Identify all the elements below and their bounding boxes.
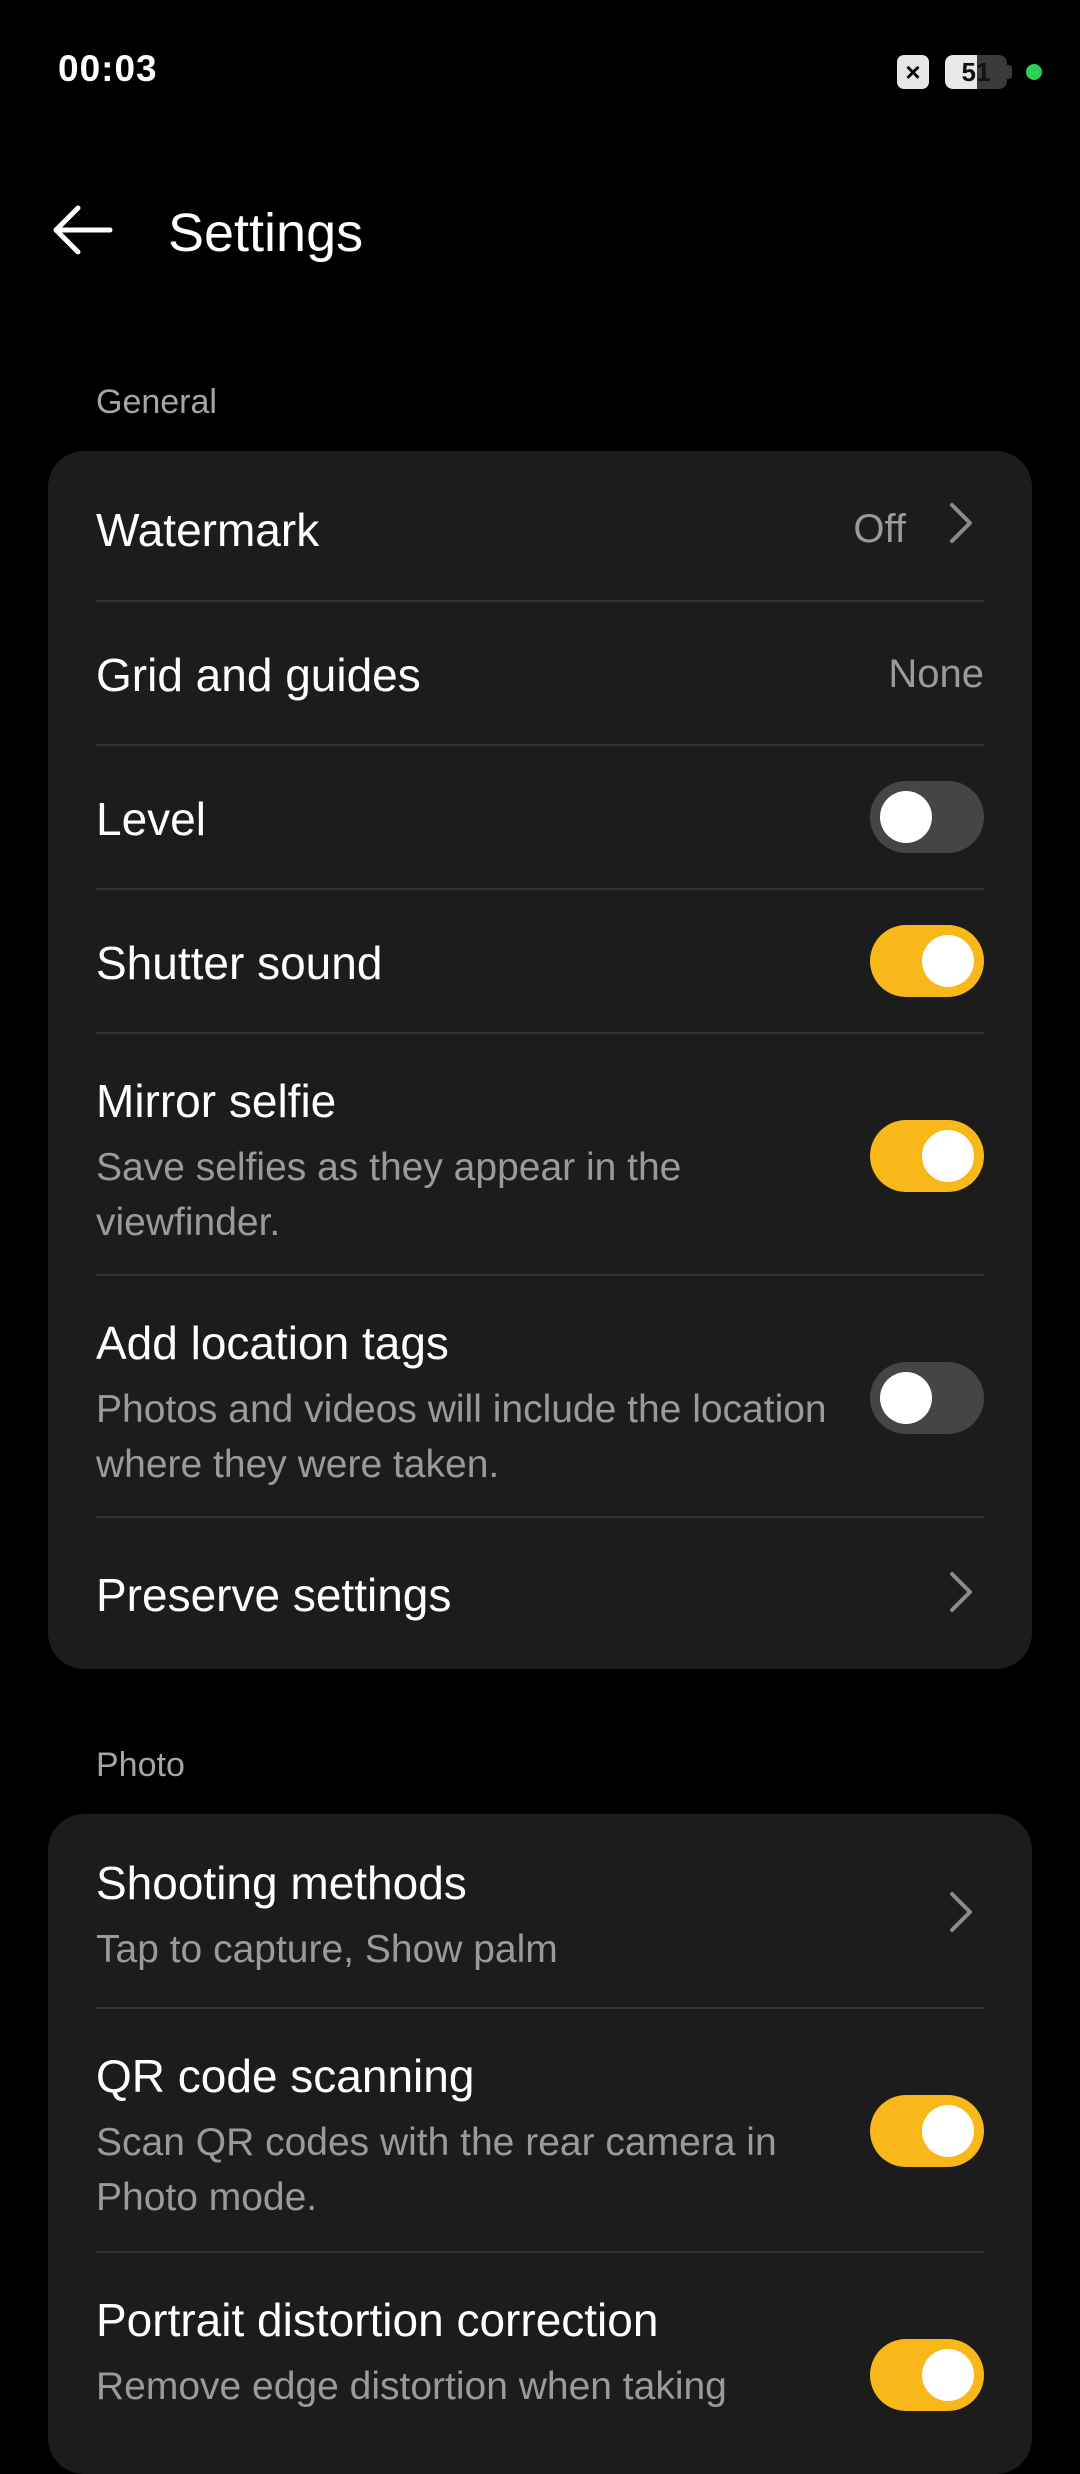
arrow-left-icon: [53, 205, 113, 255]
toggle-knob: [922, 1130, 974, 1182]
setting-row-qr-scanning: QR code scanning Scan QR codes with the …: [48, 2009, 1032, 2249]
setting-row-preserve-settings[interactable]: Preserve settings: [48, 1518, 1032, 1669]
status-icons: × 51: [897, 52, 1042, 92]
toggle-knob: [922, 2349, 974, 2401]
setting-row-grid-guides[interactable]: Grid and guides None: [48, 602, 1032, 744]
setting-title: Preserve settings: [96, 1569, 452, 1621]
setting-title: Shutter sound: [96, 937, 383, 989]
general-settings-card: Watermark Off Grid and guides None Level…: [48, 451, 1032, 1669]
setting-row-portrait-distortion: Portrait distortion correction Remove ed…: [48, 2253, 1032, 2474]
setting-title: Mirror selfie: [96, 1075, 337, 1127]
section-label-photo: Photo: [96, 1746, 185, 1784]
level-toggle[interactable]: [870, 781, 984, 853]
setting-subtitle: Tap to capture, Show palm: [96, 1928, 558, 1971]
location-tags-toggle[interactable]: [870, 1362, 984, 1434]
setting-row-level: Level: [48, 746, 1032, 888]
setting-row-mirror-selfie: Mirror selfie Save selfies as they appea…: [48, 1034, 1032, 1274]
setting-subtitle: Photos and videos will include the locat…: [96, 1388, 827, 1486]
setting-title: Add location tags: [96, 1317, 449, 1369]
setting-subtitle: Remove edge distortion when taking: [96, 2365, 727, 2408]
top-app-bar: Settings: [0, 180, 1080, 280]
battery-icon: 51: [945, 55, 1007, 89]
page-title: Settings: [168, 203, 364, 263]
setting-row-location-tags: Add location tags Photos and videos will…: [48, 1276, 1032, 1516]
setting-subtitle: Scan QR codes with the rear camera in Ph…: [96, 2121, 777, 2219]
setting-title: Portrait distortion correction: [96, 2294, 659, 2346]
qr-scanning-toggle[interactable]: [870, 2095, 984, 2167]
notification-x-icon: ×: [897, 55, 929, 89]
back-button[interactable]: [48, 200, 118, 260]
toggle-knob: [880, 1372, 932, 1424]
setting-title: Level: [96, 793, 206, 845]
setting-title: Grid and guides: [96, 649, 421, 701]
setting-title: Shooting methods: [96, 1857, 467, 1909]
mirror-selfie-toggle[interactable]: [870, 1120, 984, 1192]
privacy-dot-icon: [1026, 64, 1042, 80]
toggle-knob: [922, 2105, 974, 2157]
toggle-knob: [922, 935, 974, 987]
setting-title: Watermark: [96, 504, 320, 556]
setting-value: None: [888, 652, 984, 696]
toggle-knob: [880, 791, 932, 843]
chevron-right-icon: [950, 1892, 972, 1932]
setting-row-shooting-methods[interactable]: Shooting methods Tap to capture, Show pa…: [48, 1814, 1032, 2007]
setting-value: Off: [853, 507, 906, 551]
photo-settings-card: Shooting methods Tap to capture, Show pa…: [48, 1814, 1032, 2474]
setting-subtitle: Save selfies as they appear in the viewf…: [96, 1146, 682, 1244]
section-label-general: General: [96, 383, 217, 421]
status-time: 00:03: [58, 48, 158, 89]
shutter-sound-toggle[interactable]: [870, 925, 984, 997]
portrait-distortion-toggle[interactable]: [870, 2339, 984, 2411]
setting-row-watermark[interactable]: Watermark Off: [48, 451, 1032, 595]
chevron-right-icon: [950, 1572, 972, 1612]
battery-tip: [1007, 65, 1012, 79]
setting-row-shutter-sound: Shutter sound: [48, 890, 1032, 1032]
status-bar: 00:03 × 51: [0, 0, 1080, 140]
setting-title: QR code scanning: [96, 2050, 475, 2102]
battery-level: 51: [961, 57, 991, 87]
chevron-right-icon: [950, 503, 972, 543]
